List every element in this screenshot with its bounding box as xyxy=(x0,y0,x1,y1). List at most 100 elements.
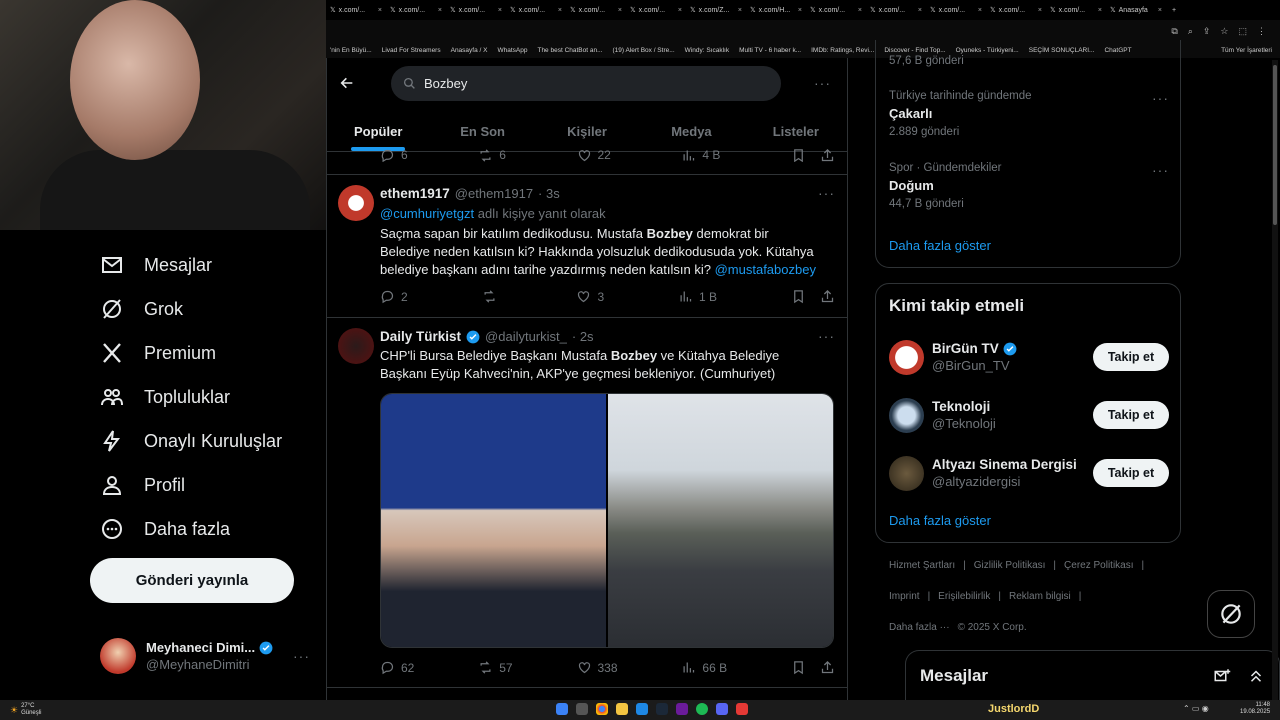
tweet[interactable]: ethem1917 @ethem1917 · 3s ··· @cumhuriye… xyxy=(326,175,848,318)
trend-more-icon[interactable]: ··· xyxy=(1152,90,1169,106)
follow-button[interactable]: Takip et xyxy=(1093,343,1169,371)
footer-link[interactable]: Erişilebilirlik xyxy=(938,591,990,602)
nav-item-premium[interactable]: Premium xyxy=(100,338,216,368)
tweet-more-icon[interactable]: ··· xyxy=(818,328,835,344)
tweet-author-handle[interactable]: @dailyturkist_ xyxy=(485,329,567,344)
repost-button[interactable] xyxy=(482,289,503,304)
reply-button[interactable]: 2 xyxy=(380,289,408,304)
views-button[interactable]: 4 B xyxy=(681,148,720,162)
follow-button[interactable]: Takip et xyxy=(1093,459,1169,487)
repost-button[interactable]: 57 xyxy=(478,660,513,675)
close-tab-icon[interactable]: × xyxy=(978,7,982,14)
steam-icon[interactable] xyxy=(656,703,668,715)
footer-link[interactable]: Hizmet Şartları xyxy=(889,560,955,571)
nav-item-profil[interactable]: Profil xyxy=(100,470,185,500)
share-icon[interactable]: ⇪ xyxy=(1203,26,1211,37)
tab-popüler[interactable]: Popüler xyxy=(326,112,430,151)
new-message-icon[interactable] xyxy=(1213,667,1231,685)
share-icon[interactable] xyxy=(820,148,835,162)
browser-tab[interactable]: 𝕏x.com/... × xyxy=(386,6,446,15)
close-tab-icon[interactable]: × xyxy=(798,7,802,14)
bookmark-item[interactable]: Multi TV - 6 haber k... xyxy=(739,47,801,54)
app-icon[interactable] xyxy=(676,703,688,715)
spotify-icon[interactable] xyxy=(696,703,708,715)
views-button[interactable]: 1 B xyxy=(678,289,717,304)
follow-suggestion[interactable]: BirGün TV @BirGun_TV Takip et xyxy=(889,337,1169,377)
tab-en-son[interactable]: En Son xyxy=(430,112,534,151)
reply-button[interactable]: 62 xyxy=(380,660,414,675)
browser-tab[interactable]: 𝕏 Anasayfa × xyxy=(1106,6,1166,15)
search-input[interactable]: Bozbey xyxy=(391,66,781,101)
trend-item[interactable]: Spor · Gündemdekiler Doğum 44,7 B gönder… xyxy=(889,162,1169,210)
bookmark-star-icon[interactable]: ☆ xyxy=(1220,26,1228,37)
browser-tab[interactable]: 𝕏x.com/... × xyxy=(506,6,566,15)
share-icon[interactable] xyxy=(820,660,835,675)
bookmark-item[interactable]: 'nin En Büyü... xyxy=(330,47,372,54)
extensions-icon[interactable]: ⬚ xyxy=(1238,26,1247,37)
tweet-timestamp[interactable]: · 3s xyxy=(538,186,560,201)
tweet-author-handle[interactable]: @ethem1917 xyxy=(455,186,533,201)
close-tab-icon[interactable]: × xyxy=(918,7,922,14)
close-tab-icon[interactable]: × xyxy=(1158,7,1162,14)
browser-tab[interactable]: 𝕏x.com/... × xyxy=(566,6,626,15)
close-tab-icon[interactable]: × xyxy=(378,7,382,14)
close-tab-icon[interactable]: × xyxy=(1098,7,1102,14)
browser-tab[interactable]: 𝕏x.com/... × xyxy=(626,6,686,15)
tab-listeler[interactable]: Listeler xyxy=(744,112,848,151)
tweet-mention[interactable]: @mustafabozbey xyxy=(715,262,816,277)
bookmark-item[interactable]: Windy: Sıcaklık xyxy=(685,47,729,54)
tray-icons[interactable]: ⌃ ▭ ◉ xyxy=(1183,704,1209,713)
app-icon[interactable] xyxy=(716,703,728,715)
browser-tab[interactable]: 𝕏x.com/... × xyxy=(446,6,506,15)
tab-medya[interactable]: Medya xyxy=(639,112,743,151)
bookmark-icon[interactable] xyxy=(791,660,806,675)
start-icon[interactable] xyxy=(556,703,568,715)
follow-suggestion[interactable]: Altyazı Sinema Dergisi @altyazidergisi Tak… xyxy=(889,453,1169,493)
app-icon[interactable] xyxy=(636,703,648,715)
tweet-media[interactable] xyxy=(380,393,834,648)
tweet-author-name[interactable]: Daily Türkist xyxy=(380,329,461,344)
browser-tab[interactable]: 𝕏x.com/... × xyxy=(326,6,386,15)
bookmark-icon[interactable] xyxy=(791,289,806,304)
media-photo-left[interactable] xyxy=(381,394,606,647)
close-tab-icon[interactable]: × xyxy=(498,7,502,14)
share-icon[interactable] xyxy=(820,289,835,304)
back-arrow-icon[interactable] xyxy=(339,75,355,91)
browser-tab[interactable]: 𝕏x.com/... × xyxy=(926,6,986,15)
repost-button[interactable]: 6 xyxy=(478,148,506,162)
like-button[interactable]: 338 xyxy=(577,660,618,675)
bookmark-item[interactable]: Anasayfa / X xyxy=(451,47,488,54)
trend-item[interactable]: Türkiye tarihinde gündemde Çakarlı 2.889… xyxy=(889,90,1169,138)
chrome-icon[interactable] xyxy=(596,703,608,715)
app-icon[interactable] xyxy=(736,703,748,715)
clock[interactable]: 11:48 19.08.2025 xyxy=(1240,702,1270,716)
more-options-icon[interactable]: ··· xyxy=(293,648,310,664)
views-button[interactable]: 66 B xyxy=(681,660,727,675)
footer-link[interactable]: Daha fazla ··· xyxy=(889,622,950,633)
tweet-timestamp[interactable]: · 2s xyxy=(572,329,594,344)
weather-widget[interactable]: ☀ 27°C Güneşli xyxy=(0,703,41,717)
close-tab-icon[interactable]: × xyxy=(678,7,682,14)
trend-more-icon[interactable]: ··· xyxy=(1152,162,1169,178)
screenshot-icon[interactable]: ⧉ xyxy=(1171,26,1177,37)
post-button[interactable]: Gönderi yayınla xyxy=(90,558,294,603)
reply-button[interactable]: 6 xyxy=(380,148,408,162)
nav-item-mesajlar[interactable]: Mesajlar xyxy=(100,250,212,280)
close-tab-icon[interactable]: × xyxy=(438,7,442,14)
close-tab-icon[interactable]: × xyxy=(618,7,622,14)
like-button[interactable]: 3 xyxy=(576,289,604,304)
browser-tab[interactable]: 𝕏x.com/... × xyxy=(806,6,866,15)
bookmark-icon[interactable] xyxy=(791,148,806,162)
close-tab-icon[interactable]: × xyxy=(558,7,562,14)
search-options-icon[interactable]: ··· xyxy=(814,75,831,91)
reply-to-mention[interactable]: @cumhuriyetgzt xyxy=(380,206,474,221)
account-switcher[interactable]: Meyhaneci Dimi... @MeyhaneDimitri ··· xyxy=(100,636,310,676)
expand-up-icon[interactable] xyxy=(1247,667,1265,685)
bookmark-item[interactable]: IMDb: Ratings, Revi... xyxy=(811,47,874,54)
zoom-icon[interactable]: ⌕ xyxy=(1188,26,1193,37)
tab-kişiler[interactable]: Kişiler xyxy=(535,112,639,151)
follow-show-more-link[interactable]: Daha fazla göster xyxy=(889,513,991,528)
tweet[interactable]: Daily Türkist @dailyturkist_ · 2s ··· CH… xyxy=(326,318,848,688)
scrollbar-thumb[interactable] xyxy=(1273,65,1277,225)
new-tab-icon[interactable]: + xyxy=(1172,7,1176,14)
